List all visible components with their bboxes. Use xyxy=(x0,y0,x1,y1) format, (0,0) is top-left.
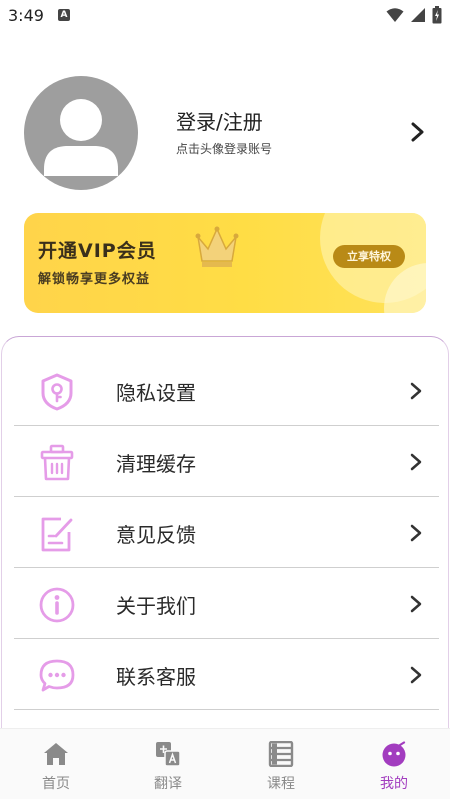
menu-item-label: 联系客服 xyxy=(116,665,196,689)
chevron-right-icon[interactable] xyxy=(410,122,426,142)
tab-label: 翻译 xyxy=(154,776,182,792)
menu-item-label: 意见反馈 xyxy=(116,523,196,547)
tab-label: 我的 xyxy=(380,776,408,792)
user-placeholder-icon xyxy=(44,99,118,176)
course-list-icon xyxy=(268,741,294,767)
login-hint: 点击头像登录账号 xyxy=(176,142,273,156)
menu-item-feedback[interactable]: 意见反馈 xyxy=(14,497,439,568)
menu-item-label: 清理缓存 xyxy=(116,452,196,476)
chevron-right-icon xyxy=(410,382,422,400)
bottom-tab-bar: 首页 翻译 课程 我的 xyxy=(0,728,450,799)
chevron-right-icon xyxy=(410,595,422,613)
vip-banner[interactable]: 开通VIP会员 解锁畅享更多权益 立享特权 xyxy=(24,213,426,313)
settings-menu-card: 隐私设置 清理缓存 意见反馈 关于我们 联系客服 xyxy=(1,336,449,736)
chevron-right-icon xyxy=(410,666,422,684)
edit-note-icon xyxy=(41,517,73,552)
vip-title: 开通VIP会员 xyxy=(38,240,157,262)
battery-icon xyxy=(432,6,442,24)
tab-label: 首页 xyxy=(42,776,70,792)
trash-bin-icon xyxy=(40,444,74,481)
crown-icon xyxy=(195,226,239,267)
chevron-right-icon xyxy=(410,524,422,542)
home-icon xyxy=(44,743,68,765)
menu-item-privacy[interactable]: 隐私设置 xyxy=(14,355,439,426)
vip-subtitle: 解锁畅享更多权益 xyxy=(38,272,151,287)
notification-icon: A xyxy=(58,9,70,21)
profile-icon xyxy=(382,741,406,767)
menu-item-label: 关于我们 xyxy=(116,594,196,618)
status-time: 3:49 xyxy=(8,6,44,25)
cellular-signal-icon xyxy=(411,8,425,22)
shield-key-icon xyxy=(41,373,73,411)
status-bar: 3:49 A xyxy=(0,0,450,32)
info-icon xyxy=(39,587,75,623)
tab-course[interactable]: 课程 xyxy=(225,729,337,799)
tab-mine[interactable]: 我的 xyxy=(338,729,450,799)
menu-item-customer-service[interactable]: 联系客服 xyxy=(14,639,439,710)
wifi-icon xyxy=(386,8,404,22)
tab-home[interactable]: 首页 xyxy=(0,729,112,799)
translate-icon xyxy=(156,742,181,767)
tab-label: 课程 xyxy=(267,776,295,792)
menu-item-about[interactable]: 关于我们 xyxy=(14,568,439,639)
menu-item-label: 隐私设置 xyxy=(116,381,196,405)
chevron-right-icon xyxy=(410,453,422,471)
avatar[interactable] xyxy=(24,76,138,190)
chat-bubble-icon xyxy=(39,659,75,692)
vip-privilege-button[interactable]: 立享特权 xyxy=(333,245,405,268)
login-register-title[interactable]: 登录/注册 xyxy=(176,106,263,135)
tab-translate[interactable]: 翻译 xyxy=(112,729,224,799)
menu-item-clear-cache[interactable]: 清理缓存 xyxy=(14,426,439,497)
status-icons xyxy=(386,6,442,24)
